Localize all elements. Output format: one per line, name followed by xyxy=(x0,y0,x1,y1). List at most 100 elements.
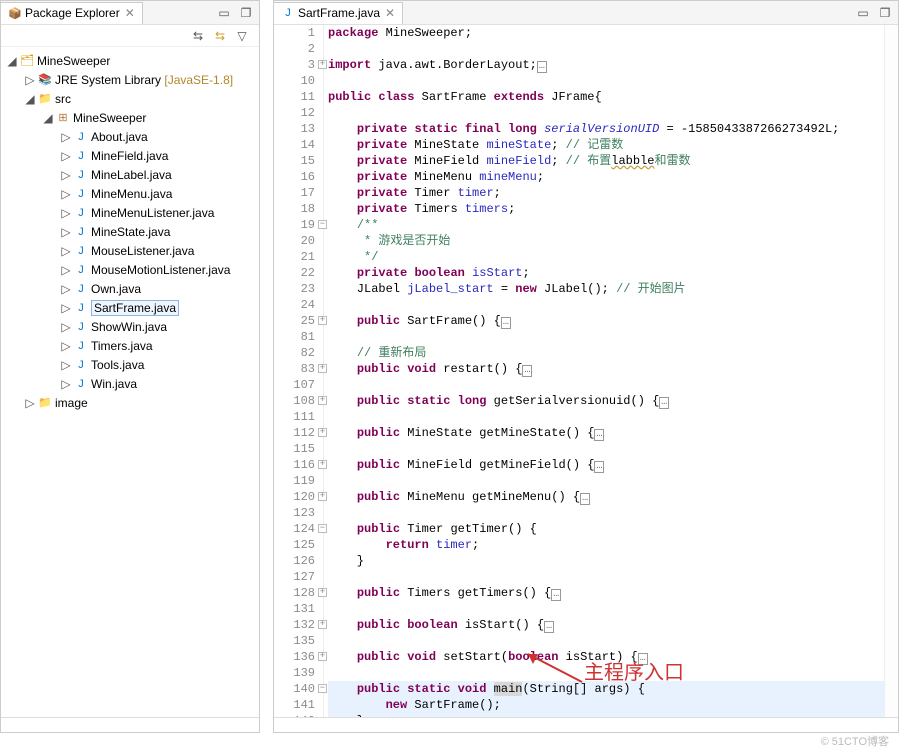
twisty-closed-icon[interactable]: ▷ xyxy=(59,187,73,201)
java-file-icon: J xyxy=(73,300,89,316)
twisty-open-icon[interactable]: ◢ xyxy=(41,111,55,125)
java-file-icon: J xyxy=(73,262,89,278)
explorer-tabbar: 📦 Package Explorer ✕ ▭ ❐ xyxy=(1,1,259,25)
twisty-closed-icon[interactable]: ▷ xyxy=(59,282,73,296)
java-file-icon: J xyxy=(73,129,89,145)
file-node[interactable]: ▷JMineState.java xyxy=(1,222,259,241)
jre-node[interactable]: ▷ 📚 JRE System Library [JavaSE-1.8] xyxy=(1,70,259,89)
twisty-closed-icon[interactable]: ▷ xyxy=(59,358,73,372)
project-node[interactable]: ◢ 🗂 MineSweeper xyxy=(1,51,259,70)
explorer-toolbar: ⇆ ⇆ ▽ xyxy=(1,25,259,47)
file-label: MineField.java xyxy=(91,149,168,163)
editor-scrollbar[interactable] xyxy=(274,717,898,732)
java-file-icon: J xyxy=(73,319,89,335)
file-label: About.java xyxy=(91,130,148,144)
editor-tabbar: J SartFrame.java ✕ ▭ ❐ xyxy=(274,1,898,25)
maximize-icon[interactable]: ❐ xyxy=(878,6,892,20)
file-label: Tools.java xyxy=(91,358,144,372)
explorer-scrollbar[interactable] xyxy=(1,717,259,732)
src-node[interactable]: ◢ 📁 src xyxy=(1,89,259,108)
folder-icon: 📁 xyxy=(37,395,53,411)
annotation-text: 主程序入口 xyxy=(584,665,684,681)
twisty-closed-icon[interactable]: ▷ xyxy=(23,73,37,87)
editor-tab-label: SartFrame.java xyxy=(298,6,380,20)
file-node[interactable]: ▷JMineMenu.java xyxy=(1,184,259,203)
package-tree[interactable]: ◢ 🗂 MineSweeper ▷ 📚 JRE System Library [… xyxy=(1,47,259,717)
file-label: MineLabel.java xyxy=(91,168,172,182)
file-node[interactable]: ▷JWin.java xyxy=(1,374,259,393)
java-file-icon: J xyxy=(73,205,89,221)
overview-ruler[interactable] xyxy=(884,25,898,717)
file-node[interactable]: ▷JMineMenuListener.java xyxy=(1,203,259,222)
file-node[interactable]: ▷JMineLabel.java xyxy=(1,165,259,184)
file-label: ShowWin.java xyxy=(91,320,167,334)
minimize-icon[interactable]: ▭ xyxy=(217,6,231,20)
file-node[interactable]: ▷JOwn.java xyxy=(1,279,259,298)
file-node[interactable]: ▷JAbout.java xyxy=(1,127,259,146)
view-menu-icon[interactable]: ▽ xyxy=(235,29,249,43)
java-file-icon: J xyxy=(73,243,89,259)
twisty-closed-icon[interactable]: ▷ xyxy=(59,301,73,315)
file-node[interactable]: ▷JTools.java xyxy=(1,355,259,374)
close-icon[interactable]: ✕ xyxy=(124,6,136,20)
src-label: src xyxy=(55,92,71,106)
project-label: MineSweeper xyxy=(37,54,110,68)
java-file-icon: J xyxy=(73,224,89,240)
twisty-closed-icon[interactable]: ▷ xyxy=(59,377,73,391)
library-icon: 📚 xyxy=(37,72,53,88)
twisty-closed-icon[interactable]: ▷ xyxy=(59,130,73,144)
java-file-icon: J xyxy=(73,281,89,297)
java-file-icon: J xyxy=(280,5,296,21)
file-label: Timers.java xyxy=(91,339,153,353)
java-file-icon: J xyxy=(73,167,89,183)
link-editor-icon[interactable]: ⇆ xyxy=(213,29,227,43)
package-icon: ⊞ xyxy=(55,110,71,126)
editor-tab[interactable]: J SartFrame.java ✕ xyxy=(274,2,403,24)
twisty-open-icon[interactable]: ◢ xyxy=(23,92,37,106)
twisty-closed-icon[interactable]: ▷ xyxy=(59,320,73,334)
file-label: MineState.java xyxy=(91,225,170,239)
code-content[interactable]: package MineSweeper;import java.awt.Bord… xyxy=(324,25,884,717)
java-file-icon: J xyxy=(73,338,89,354)
twisty-closed-icon[interactable]: ▷ xyxy=(23,396,37,410)
file-label: MineMenuListener.java xyxy=(91,206,214,220)
file-node[interactable]: ▷JTimers.java xyxy=(1,336,259,355)
twisty-closed-icon[interactable]: ▷ xyxy=(59,339,73,353)
file-node[interactable]: ▷JSartFrame.java xyxy=(1,298,259,317)
file-label: MouseMotionListener.java xyxy=(91,263,230,277)
file-node[interactable]: ▷JMouseMotionListener.java xyxy=(1,260,259,279)
twisty-closed-icon[interactable]: ▷ xyxy=(59,168,73,182)
explorer-title: Package Explorer xyxy=(25,6,120,20)
project-icon: 🗂 xyxy=(19,53,35,69)
code-editor[interactable]: 123+10111213141516171819−202122232425+81… xyxy=(274,25,898,717)
twisty-open-icon[interactable]: ◢ xyxy=(5,54,19,68)
java-file-icon: J xyxy=(73,186,89,202)
pkg-node[interactable]: ◢ ⊞ MineSweeper xyxy=(1,108,259,127)
file-node[interactable]: ▷JShowWin.java xyxy=(1,317,259,336)
maximize-icon[interactable]: ❐ xyxy=(239,6,253,20)
line-gutter[interactable]: 123+10111213141516171819−202122232425+81… xyxy=(274,25,324,717)
src-folder-icon: 📁 xyxy=(37,91,53,107)
collapse-all-icon[interactable]: ⇆ xyxy=(191,29,205,43)
twisty-closed-icon[interactable]: ▷ xyxy=(59,206,73,220)
twisty-closed-icon[interactable]: ▷ xyxy=(59,149,73,163)
minimize-icon[interactable]: ▭ xyxy=(856,6,870,20)
twisty-closed-icon[interactable]: ▷ xyxy=(59,225,73,239)
arrow-annotation xyxy=(522,650,592,690)
file-label: Win.java xyxy=(91,377,137,391)
twisty-closed-icon[interactable]: ▷ xyxy=(59,244,73,258)
java-file-icon: J xyxy=(73,376,89,392)
package-explorer-icon: 📦 xyxy=(7,5,23,21)
jre-version: [JavaSE-1.8] xyxy=(164,73,233,87)
watermark: © 51CTO博客 xyxy=(821,733,889,749)
close-icon[interactable]: ✕ xyxy=(384,6,396,20)
file-label: MineMenu.java xyxy=(91,187,172,201)
twisty-closed-icon[interactable]: ▷ xyxy=(59,263,73,277)
explorer-tab[interactable]: 📦 Package Explorer ✕ xyxy=(1,2,143,24)
file-node[interactable]: ▷JMineField.java xyxy=(1,146,259,165)
jre-label: JRE System Library xyxy=(55,73,161,87)
image-node[interactable]: ▷ 📁 image xyxy=(1,393,259,412)
file-label: MouseListener.java xyxy=(91,244,194,258)
java-file-icon: J xyxy=(73,357,89,373)
file-node[interactable]: ▷JMouseListener.java xyxy=(1,241,259,260)
